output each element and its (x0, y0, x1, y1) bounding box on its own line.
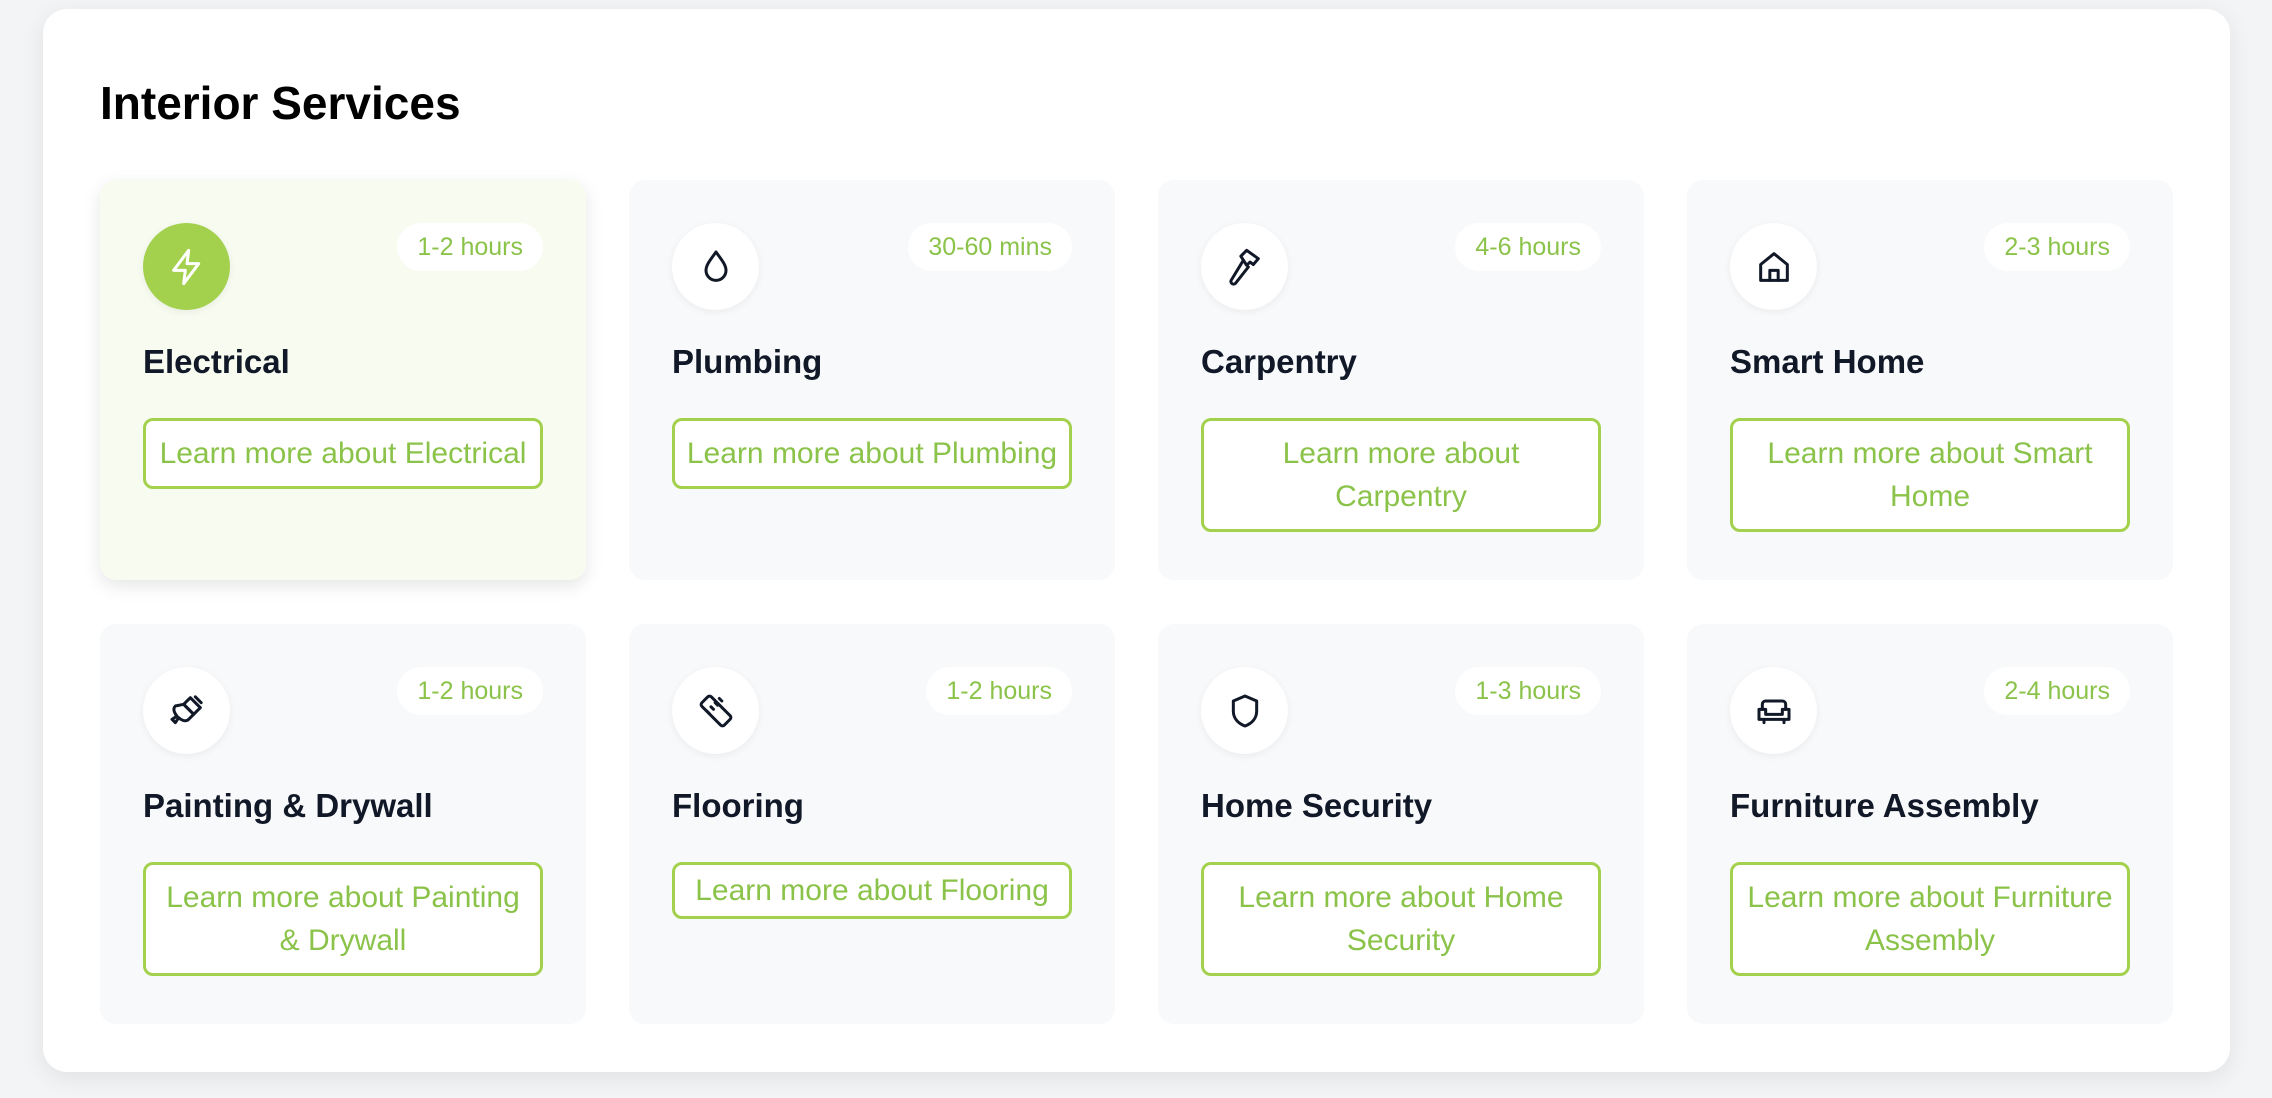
duration-badge: 1-2 hours (397, 667, 543, 715)
service-name: Flooring (672, 787, 804, 824)
lightning-icon (143, 223, 230, 310)
paintbrush-icon (143, 667, 230, 754)
service-name: Smart Home (1730, 343, 1925, 380)
service-card-furniture-assembly[interactable]: 2-4 hours Furniture Assembly Learn more … (1687, 624, 2173, 1024)
service-card-plumbing[interactable]: 30-60 mins Plumbing Learn more about Plu… (629, 180, 1115, 580)
service-card-painting-drywall[interactable]: 1-2 hours Painting & Drywall Learn more … (100, 624, 586, 1024)
droplet-icon (672, 223, 759, 310)
service-name: Carpentry (1201, 343, 1357, 380)
services-grid: 1-2 hours Electrical Learn more about El… (100, 180, 2173, 1024)
service-name: Painting & Drywall (143, 787, 433, 824)
duration-badge: 2-3 hours (1984, 223, 2130, 271)
service-name: Plumbing (672, 343, 823, 380)
learn-more-button[interactable]: Learn more about Home Security (1201, 862, 1601, 976)
duration-badge: 30-60 mins (908, 223, 1072, 271)
service-card-flooring[interactable]: 1-2 hours Flooring Learn more about Floo… (629, 624, 1115, 1024)
service-card-carpentry[interactable]: 4-6 hours Carpentry Learn more about Car… (1158, 180, 1644, 580)
service-card-smart-home[interactable]: 2-3 hours Smart Home Learn more about Sm… (1687, 180, 2173, 580)
service-card-home-security[interactable]: 1-3 hours Home Security Learn more about… (1158, 624, 1644, 1024)
ruler-icon (672, 667, 759, 754)
learn-more-button[interactable]: Learn more about Carpentry (1201, 418, 1601, 532)
interior-services-panel: Interior Services 1-2 hours Electrical L… (43, 9, 2230, 1072)
duration-badge: 2-4 hours (1984, 667, 2130, 715)
hammer-icon (1201, 223, 1288, 310)
duration-badge: 1-3 hours (1455, 667, 1601, 715)
home-icon (1730, 223, 1817, 310)
service-card-electrical[interactable]: 1-2 hours Electrical Learn more about El… (100, 180, 586, 580)
learn-more-button[interactable]: Learn more about Flooring (672, 862, 1072, 919)
service-name: Home Security (1201, 787, 1433, 824)
sofa-icon (1730, 667, 1817, 754)
learn-more-button[interactable]: Learn more about Smart Home (1730, 418, 2130, 532)
learn-more-button[interactable]: Learn more about Electrical (143, 418, 543, 489)
section-title: Interior Services (100, 77, 461, 129)
service-name: Electrical (143, 343, 290, 380)
duration-badge: 4-6 hours (1455, 223, 1601, 271)
duration-badge: 1-2 hours (926, 667, 1072, 715)
duration-badge: 1-2 hours (397, 223, 543, 271)
learn-more-button[interactable]: Learn more about Furniture Assembly (1730, 862, 2130, 976)
learn-more-button[interactable]: Learn more about Painting & Drywall (143, 862, 543, 976)
shield-icon (1201, 667, 1288, 754)
learn-more-button[interactable]: Learn more about Plumbing (672, 418, 1072, 489)
service-name: Furniture Assembly (1730, 787, 2039, 824)
